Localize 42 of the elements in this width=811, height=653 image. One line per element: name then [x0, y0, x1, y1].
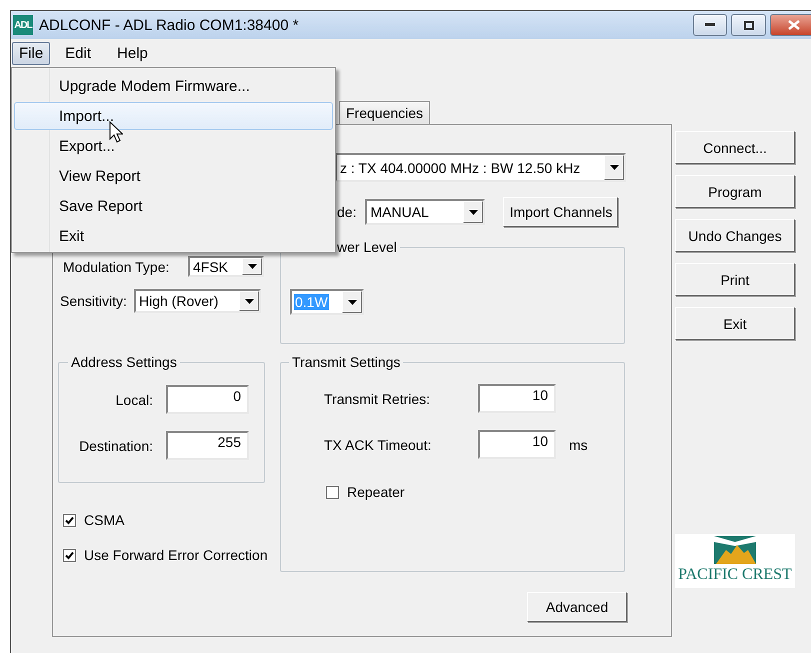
modulation-label: Modulation Type:: [63, 258, 170, 274]
sensitivity-label: Sensitivity:: [60, 293, 128, 309]
advanced-button[interactable]: Advanced: [527, 592, 627, 622]
side-button[interactable]: Connect...: [675, 131, 795, 164]
side-button[interactable]: Exit: [675, 307, 795, 340]
field-label: Destination:: [78, 438, 153, 454]
modulation-dropdown[interactable]: 4FSK: [188, 256, 264, 277]
side-button[interactable]: Program: [675, 175, 795, 208]
side-button[interactable]: Print: [675, 263, 795, 296]
checkbox-label: Repeater: [347, 484, 405, 500]
tab[interactable]: Frequencies: [339, 101, 430, 124]
field-label: TX ACK Timeout:: [324, 436, 432, 452]
group-title: wer Level: [334, 239, 400, 255]
input-field[interactable]: 10: [478, 384, 556, 413]
input-field[interactable]: 0: [166, 385, 249, 414]
menu-entry[interactable]: Import...: [14, 102, 333, 130]
field-label: Transmit Retries:: [324, 390, 432, 406]
import-channels-button[interactable]: Import Channels: [503, 197, 618, 227]
logo-text: PACIFIC CREST: [678, 566, 792, 584]
side-button[interactable]: Undo Changes: [675, 219, 795, 252]
menu-item[interactable]: File: [12, 42, 50, 64]
checkbox-label: Use Forward Error Correction: [84, 547, 268, 563]
mode-label: de:: [337, 204, 356, 220]
menu-entry[interactable]: Upgrade Modem Firmware...: [14, 72, 333, 100]
field-label: Local:: [114, 392, 153, 408]
unit-label: ms: [569, 436, 588, 452]
window-title: ADLCONF - ADL Radio COM1:38400 *: [39, 16, 299, 34]
menu-item[interactable]: Edit: [58, 42, 98, 64]
app-icon: ADL: [13, 15, 33, 35]
menu-entry[interactable]: View Report: [14, 162, 333, 190]
input-field[interactable]: 255: [166, 431, 249, 460]
group-title: Address Settings: [68, 354, 180, 370]
menu-entry[interactable]: Save Report: [14, 192, 333, 220]
menu-entry[interactable]: Export...: [14, 132, 333, 160]
input-field[interactable]: 10: [478, 430, 556, 459]
group-title: Transmit Settings: [289, 354, 404, 370]
menu-item[interactable]: Help: [110, 42, 155, 64]
channel-dropdown[interactable]: z : TX 404.00000 MHz : BW 12.50 kHz: [335, 153, 626, 182]
sensitivity-dropdown[interactable]: High (Rover): [134, 289, 261, 313]
menu-entry[interactable]: Exit: [14, 222, 333, 250]
checkbox-label: CSMA: [84, 512, 124, 528]
mode-dropdown[interactable]: MANUAL: [365, 199, 486, 225]
